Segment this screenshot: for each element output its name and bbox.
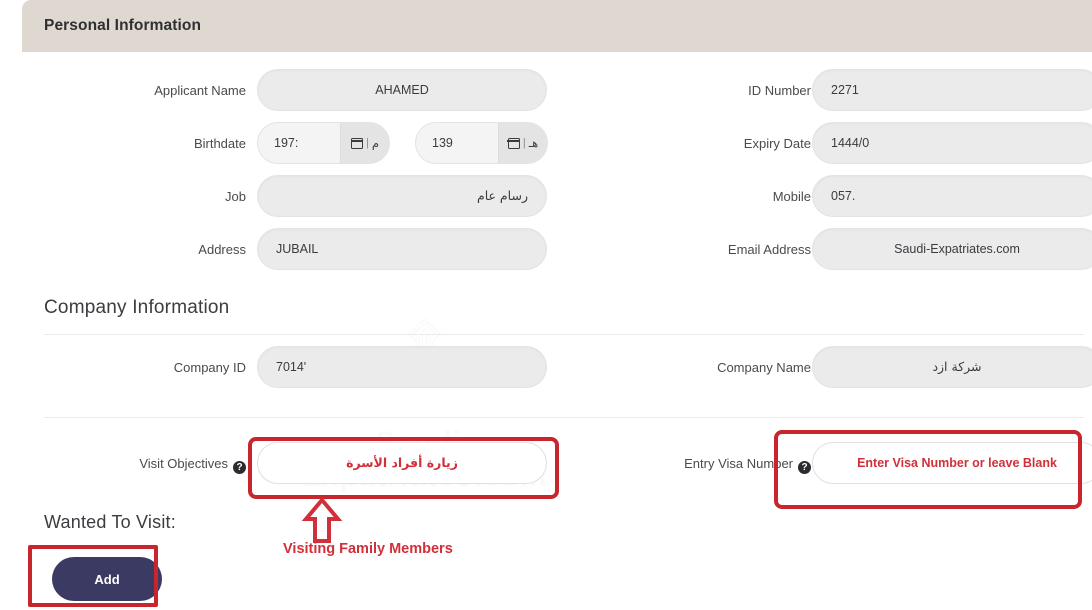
email-label: Email Address (727, 242, 811, 257)
field-row-birthdate: Birthdate 197: | م 139 | هـ (22, 122, 548, 166)
birthdate-label: Birthdate (193, 136, 246, 151)
birthdate-gregorian-suffix: م (371, 136, 379, 150)
job-value: رسام عام (476, 188, 528, 203)
visit-objectives-value: زيارة أفراد الأسرة (346, 455, 458, 470)
mobile-label: Mobile (772, 189, 811, 204)
annotation-caption-visiting-family-members: Visiting Family Members (283, 541, 453, 557)
field-row-company-name: Company Name شركة ازد (567, 346, 1092, 390)
birthdate-hijri-value: 139 (416, 123, 500, 163)
job-label: Job (225, 189, 246, 204)
applicant-name-label: Applicant Name (154, 83, 246, 98)
visit-objectives-label: Visit Objectives? (139, 442, 246, 486)
mobile-input[interactable]: 057. (812, 175, 1092, 217)
address-value: JUBAIL (276, 242, 319, 256)
email-value: Saudi-Expatriates.com (894, 242, 1020, 256)
visa-application-form-page: Personal Information ۩ Saudi-Expatriates… (0, 0, 1092, 610)
company-name-label: Company Name (717, 360, 811, 375)
id-number-value: 2271 (831, 83, 859, 97)
birthdate-gregorian-input[interactable]: 197: | م (257, 122, 390, 164)
wanted-to-visit-heading: Wanted To Visit: (44, 512, 176, 532)
birthdate-gregorian-separator: | (366, 137, 369, 149)
company-id-input[interactable]: 7014' (257, 346, 547, 388)
card-header: Personal Information (22, 0, 1092, 52)
address-input[interactable]: JUBAIL (257, 228, 547, 270)
company-id-label: Company ID (173, 360, 246, 375)
birthdate-hijri-separator: | (522, 137, 526, 149)
birthdate-hijri-suffix: هـ (528, 136, 539, 150)
expiry-date-value: 1444/0 (831, 136, 870, 150)
birthdate-hijri-calendar-button[interactable]: | هـ (498, 123, 547, 163)
field-row-email: Email Address Saudi-Expatriates.com (567, 228, 1092, 272)
birthdate-gregorian-value: 197: (258, 123, 342, 163)
expiry-date-input[interactable]: 1444/0 (812, 122, 1092, 164)
field-row-mobile: Mobile 057. (567, 175, 1092, 219)
mobile-value: 057. (831, 189, 856, 203)
field-row-address: Address JUBAIL (22, 228, 547, 272)
entry-visa-number-label: Entry Visa Number? (684, 442, 811, 486)
company-section-divider (44, 334, 1084, 335)
field-row-expiry-date: Expiry Date 1444/0 (567, 122, 1092, 166)
page-title: Personal Information (44, 17, 202, 34)
card-body: ۩ Saudi-Expatriates.com Applicant Name A… (22, 52, 1092, 610)
entry-visa-number-input[interactable]: Enter Visa Number or leave Blank (812, 442, 1092, 484)
field-row-company-id: Company ID 7014' (22, 346, 547, 390)
help-icon[interactable]: ? (798, 461, 811, 474)
visit-section-divider (44, 417, 1084, 418)
company-id-value: 7014' (276, 360, 307, 374)
birthdate-gregorian-calendar-button[interactable]: | م (340, 123, 389, 163)
id-number-label: ID Number (748, 83, 811, 98)
company-name-value: شركة ازد (932, 359, 982, 374)
applicant-name-value: AHAMED (375, 83, 429, 97)
field-row-applicant-name: Applicant Name AHAMED (22, 69, 547, 113)
field-row-visit-objectives: Visit Objectives? زيارة أفراد الأسرة (22, 442, 547, 486)
entry-visa-number-label-text: Entry Visa Number (684, 456, 793, 471)
entry-visa-number-placeholder: Enter Visa Number or leave Blank (857, 456, 1057, 470)
field-row-id-number: ID Number 2271 (567, 69, 1092, 113)
applicant-name-input[interactable]: AHAMED (257, 69, 547, 111)
email-field[interactable]: Saudi-Expatriates.com (812, 228, 1092, 270)
company-name-input[interactable]: شركة ازد (812, 346, 1092, 388)
calendar-icon (350, 137, 363, 149)
address-label: Address (198, 242, 246, 257)
field-row-job: Job رسام عام (22, 175, 547, 219)
help-icon[interactable]: ? (233, 461, 246, 474)
company-information-heading: Company Information (44, 297, 230, 318)
calendar-icon (507, 137, 520, 149)
field-row-entry-visa-number: Entry Visa Number? Enter Visa Number or … (567, 442, 1092, 486)
visit-objectives-label-text: Visit Objectives (139, 456, 228, 471)
birthdate-hijri-input[interactable]: 139 | هـ (415, 122, 548, 164)
visit-objectives-input[interactable]: زيارة أفراد الأسرة (257, 442, 547, 484)
id-number-input[interactable]: 2271 (812, 69, 1092, 111)
expiry-date-label: Expiry Date (743, 136, 811, 151)
job-input[interactable]: رسام عام (257, 175, 547, 217)
add-button[interactable]: Add (52, 557, 162, 601)
